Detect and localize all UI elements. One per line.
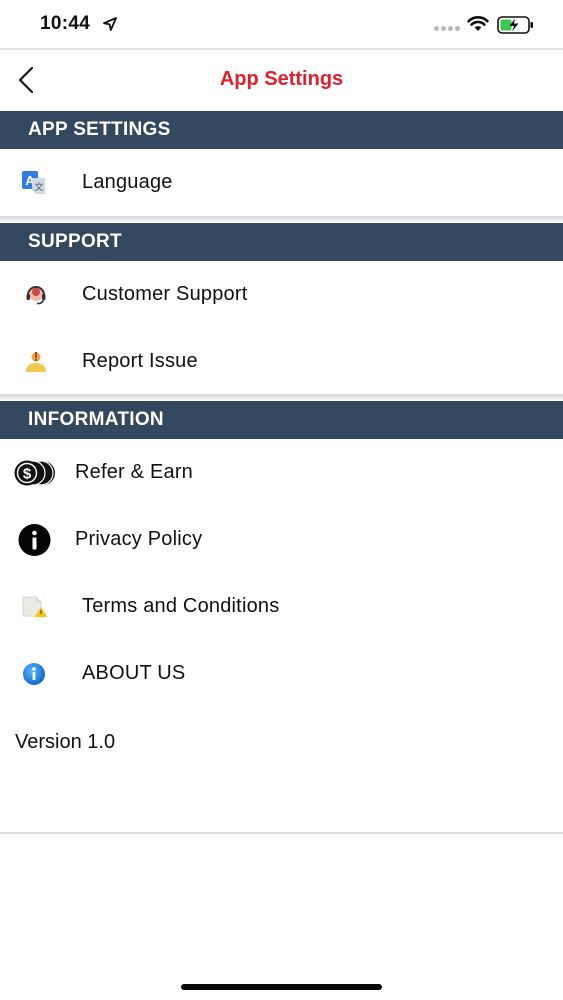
coins-icon: $ xyxy=(14,460,55,486)
content-bottom-divider xyxy=(0,832,563,834)
settings-item-language[interactable]: A 文 Language xyxy=(0,153,563,213)
settings-item-privacy-policy[interactable]: Privacy Policy xyxy=(0,510,563,570)
settings-item-terms-conditions[interactable]: Terms and Conditions xyxy=(0,577,563,637)
section-header-information: INFORMATION xyxy=(0,401,563,439)
settings-item-label: ABOUT US xyxy=(82,662,186,685)
translate-icon: A 文 xyxy=(22,171,45,194)
info-blue-icon xyxy=(23,663,45,685)
settings-item-refer-earn[interactable]: $ Refer & Earn xyxy=(0,443,563,503)
cellular-signal-icon xyxy=(434,26,462,32)
settings-item-label: Language xyxy=(82,171,173,194)
settings-item-label: Report Issue xyxy=(82,350,198,373)
section-divider xyxy=(0,394,563,400)
svg-text:$: $ xyxy=(23,466,32,483)
home-indicator[interactable] xyxy=(181,984,382,990)
settings-item-label: Privacy Policy xyxy=(75,528,203,551)
status-bar: 10:44 xyxy=(0,0,563,48)
section-header-support: SUPPORT xyxy=(0,223,563,261)
app-version-text: Version 1.0 xyxy=(15,731,116,753)
report-issue-icon xyxy=(26,352,46,372)
settings-item-report-issue[interactable]: Report Issue xyxy=(0,332,563,392)
settings-item-about-us[interactable]: ABOUT US xyxy=(0,644,563,704)
settings-item-label: Customer Support xyxy=(82,283,248,306)
location-arrow-icon xyxy=(103,17,117,31)
section-header-app-settings: APP SETTINGS xyxy=(0,111,563,149)
page-title: App Settings xyxy=(219,68,344,90)
info-circle-icon xyxy=(18,524,51,556)
section-divider xyxy=(0,216,563,222)
settings-item-label: Terms and Conditions xyxy=(82,595,280,618)
settings-item-customer-support[interactable]: Customer Support xyxy=(0,265,563,325)
headset-icon xyxy=(26,286,46,305)
battery-charging-icon xyxy=(497,16,533,34)
navigation-bar: App Settings xyxy=(0,48,563,110)
document-warning-icon xyxy=(22,596,48,617)
svg-text:文: 文 xyxy=(34,181,43,193)
wifi-icon xyxy=(467,16,489,31)
settings-item-label: Refer & Earn xyxy=(75,461,194,484)
status-time: 10:44 xyxy=(40,13,91,34)
